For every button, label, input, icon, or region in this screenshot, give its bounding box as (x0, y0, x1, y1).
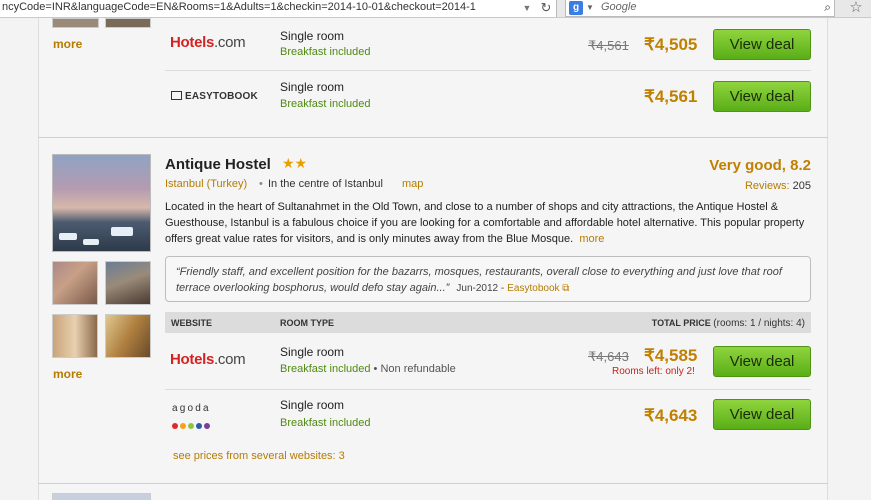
deal-price: ₹4,585 (644, 346, 698, 365)
reload-icon[interactable]: ↻ (538, 0, 554, 17)
room-type: Single room (280, 29, 345, 43)
review-source-link[interactable]: Easytobook (507, 283, 559, 294)
row-divider (165, 389, 811, 390)
hostel-thumbnail[interactable] (52, 261, 98, 305)
city-link[interactable]: Istanbul (Turkey) (165, 178, 247, 190)
easytobook-logo[interactable]: EASYTOBOOK (171, 91, 258, 102)
prev-hotel-thumbnail[interactable] (52, 18, 99, 28)
total-price-sub: (rooms: 1 / nights: 4) (713, 318, 805, 329)
search-bar[interactable]: g ▼ Google ⌕ (565, 0, 835, 17)
offers-table-header: WEBSITE ROOM TYPE TOTAL PRICE (rooms: 1 … (165, 312, 811, 333)
reviews-count[interactable]: Reviews: 205 (600, 180, 811, 192)
google-icon: g (569, 1, 583, 15)
search-engine-dropdown-icon[interactable]: ▼ (586, 0, 594, 15)
rooms-left-warning: Rooms left: only 2! (612, 366, 695, 377)
map-link[interactable]: map (402, 178, 423, 190)
hotel-divider (38, 137, 828, 138)
deal-price: ₹4,643 (644, 406, 698, 425)
hotel-description: Located in the heart of Sultanahmet in t… (165, 199, 815, 247)
prev-hotel-thumbnail[interactable] (105, 18, 151, 28)
bullet-separator: • (259, 178, 263, 190)
search-input[interactable]: Google (601, 0, 636, 15)
hotels-com-logo[interactable]: Hotels.com (170, 34, 246, 51)
reviews-number: 205 (792, 180, 811, 192)
breakfast-label: Breakfast included (280, 46, 371, 58)
photo-detail (59, 233, 77, 240)
view-deal-button[interactable]: View deal (713, 399, 811, 430)
agoda-logo[interactable]: agoda (172, 403, 211, 414)
column-header-total-price: TOTAL PRICE (rooms: 1 / nights: 4) (652, 318, 805, 329)
view-deal-button[interactable]: View deal (713, 29, 811, 60)
external-link-icon[interactable]: ⧉ (560, 283, 569, 294)
hotel-divider (38, 483, 828, 484)
breakfast-label: Breakfast included (280, 98, 371, 110)
description-more-link[interactable]: more (579, 233, 604, 245)
breakfast-text: Breakfast included (280, 363, 371, 375)
row-divider (165, 70, 811, 71)
hotels-com-logo[interactable]: Hotels.com (170, 351, 246, 368)
url-text: ncyCode=INR&languageCode=EN&Rooms=1&Adul… (2, 1, 476, 13)
photo-detail (83, 239, 99, 245)
old-price: ₹4,561 (588, 38, 629, 53)
breakfast-label: Breakfast included (280, 417, 371, 429)
deal-price: ₹4,505 (644, 35, 698, 54)
view-deal-button[interactable]: View deal (713, 346, 811, 377)
column-header-room-type: ROOM TYPE (280, 318, 335, 328)
breakfast-label: Breakfast included • Non refundable (280, 363, 456, 375)
room-type: Single room (280, 345, 345, 359)
description-text: Located in the heart of Sultanahmet in t… (165, 201, 805, 245)
browser-toolbar: ncyCode=INR&languageCode=EN&Rooms=1&Adul… (0, 0, 871, 18)
see-prices-link[interactable]: see prices from several websites: 3 (173, 450, 345, 462)
bullet-separator: • (370, 363, 381, 375)
prev-hotel-more-link[interactable]: more (53, 37, 82, 51)
review-quote-box: “Friendly staff, and excellent position … (165, 256, 811, 302)
hostel-thumbnail[interactable] (105, 314, 151, 358)
reviews-label[interactable]: Reviews: (745, 180, 790, 192)
bookmark-star-icon[interactable]: ☆ (846, 0, 866, 17)
rating-score: Very good, 8.2 (709, 157, 811, 174)
deal-price: ₹4,561 (644, 87, 698, 106)
url-dropdown-icon[interactable]: ▼ (520, 0, 534, 17)
old-price: ₹4,643 (588, 349, 629, 364)
room-type: Single room (280, 398, 345, 412)
view-deal-button[interactable]: View deal (713, 81, 811, 112)
star-rating-icon: ★★ (282, 155, 308, 171)
search-icon[interactable]: ⌕ (824, 0, 831, 15)
hostel-thumbnail[interactable] (105, 261, 151, 305)
address-bar[interactable]: ncyCode=INR&languageCode=EN&Rooms=1&Adul… (0, 0, 557, 17)
refund-policy: Non refundable (380, 363, 456, 375)
area-text: In the centre of Istanbul (268, 178, 383, 190)
hotel-name-link[interactable]: Antique Hostel (165, 156, 271, 173)
room-type: Single room (280, 80, 345, 94)
photo-detail (111, 227, 133, 236)
hostel-photos-more-link[interactable]: more (53, 367, 82, 381)
hostel-thumbnail[interactable] (52, 314, 98, 358)
total-price-label: TOTAL PRICE (651, 318, 711, 328)
agoda-dots-icon (172, 416, 212, 434)
column-header-website: WEBSITE (171, 318, 213, 328)
hostel-main-photo[interactable] (52, 154, 151, 252)
next-hotel-thumbnail[interactable] (52, 493, 151, 500)
review-date: Jun-2012 - (456, 283, 505, 294)
